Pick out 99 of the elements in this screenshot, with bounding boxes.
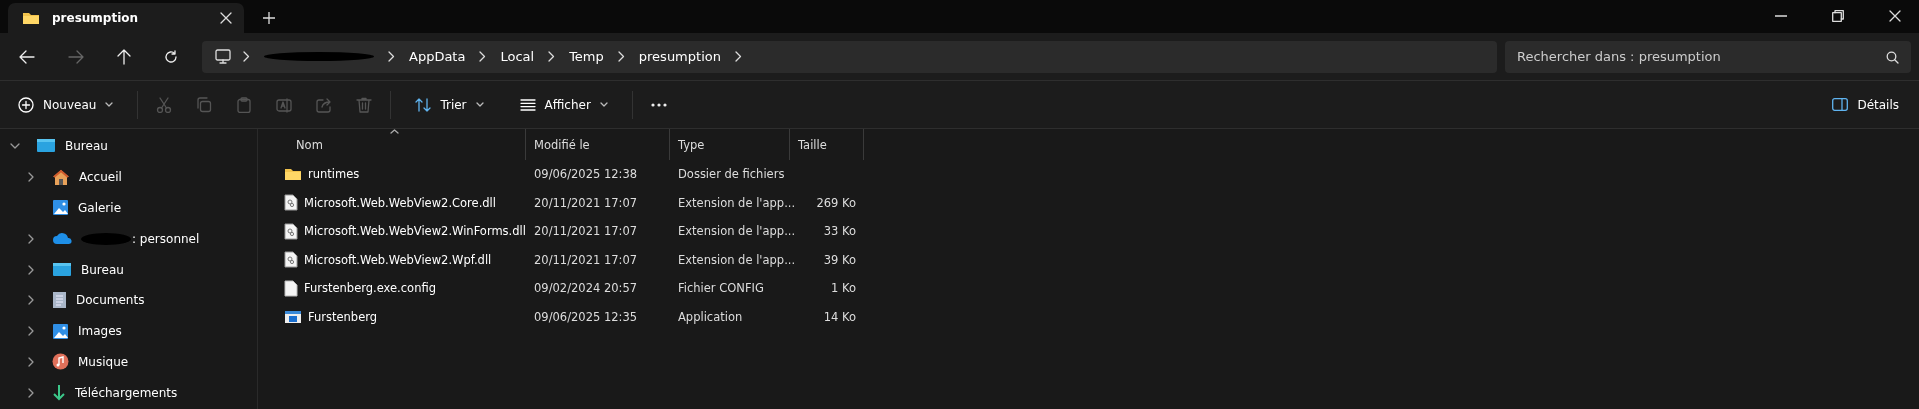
date-cell-text: 20/11/2021 17:07: [533, 252, 639, 267]
nav-item[interactable]: Accueil: [0, 161, 257, 193]
file-row[interactable]: Furstenberg.exe.config 09/02/2024 20:57 Fichier CONFIG 1 Ko: [278, 274, 1919, 303]
file-name: Microsoft.Web.WebView2.WinForms.dll: [304, 224, 526, 239]
chevron-right-icon[interactable]: [734, 51, 742, 62]
file-name: runtimes: [308, 167, 360, 182]
nav-item[interactable]: Galerie: [0, 192, 257, 224]
chevron-right-icon[interactable]: [26, 264, 36, 275]
nav-item[interactable]: : personnel: [0, 223, 257, 255]
column-header[interactable]: Modifié le: [526, 129, 670, 160]
computer-icon: [215, 49, 231, 64]
sort-arrows-icon: [415, 97, 432, 112]
file-name: Furstenberg.exe.config: [304, 281, 436, 296]
address-bar[interactable]: AppData Local Temp presumption: [202, 40, 1497, 73]
up-arrow-icon[interactable]: [117, 48, 131, 65]
column-header[interactable]: Taille: [790, 129, 864, 160]
size-cell: 39 Ko: [823, 252, 856, 267]
tab-title: presumption: [52, 11, 140, 25]
nav-item[interactable]: Bureau: [0, 131, 257, 162]
application-window-icon: [284, 309, 302, 324]
chevron-right-icon[interactable]: [479, 51, 487, 62]
folder-icon: [284, 166, 302, 183]
document-icon: [284, 279, 298, 297]
chevron-right-icon[interactable]: [617, 51, 625, 62]
breadcrumb-item[interactable]: AppData: [409, 49, 466, 64]
close-icon[interactable]: [220, 12, 232, 24]
chevron-right-icon[interactable]: [243, 51, 250, 62]
date-cell-text: 20/11/2021 17:07: [533, 195, 639, 210]
details-button[interactable]: Détails: [1826, 89, 1905, 120]
file-row[interactable]: Furstenberg 09/06/2025 12:35 Application 14 Ko: [278, 302, 1919, 331]
search-icon[interactable]: [1886, 50, 1899, 64]
file-name: Microsoft.Web.WebView2.Core.dll: [304, 195, 496, 210]
nav-item[interactable]: Documents: [0, 285, 257, 316]
picture-icon: [52, 199, 69, 217]
chevron-right-icon[interactable]: [26, 295, 36, 306]
plus-icon[interactable]: [263, 12, 275, 24]
type-cell-text: Application: [677, 309, 744, 324]
breadcrumb-item[interactable]: presumption: [638, 49, 721, 64]
breadcrumb-item[interactable]: Local: [500, 49, 535, 64]
size-cell: 269 Ko: [816, 195, 856, 210]
size-cell: 1 Ko: [831, 281, 856, 296]
nav-item[interactable]: Images: [0, 315, 257, 347]
file-row[interactable]: runtimes 09/06/2025 12:38 Dossier de fichiers: [278, 160, 1919, 189]
cloud-icon: [52, 232, 72, 246]
chevron-down-icon[interactable]: [10, 143, 20, 150]
close-icon[interactable]: [1889, 10, 1901, 22]
chevron-right-icon[interactable]: [26, 172, 36, 183]
file-row[interactable]: Microsoft.Web.WebView2.Core.dll 20/11/2021 17:07 Extension de l'app... 269 Ko: [278, 188, 1919, 217]
size-cell: 14 Ko: [823, 309, 856, 324]
column-header[interactable]: Nom: [278, 129, 526, 160]
size-cell: 33 Ko: [823, 224, 856, 239]
chevron-right-icon[interactable]: [26, 326, 36, 337]
chevron-right-icon[interactable]: [388, 51, 395, 62]
chevron-right-icon[interactable]: [26, 356, 36, 367]
chevron-right-icon[interactable]: [548, 51, 556, 62]
column-header[interactable]: Type: [670, 129, 790, 160]
search-field[interactable]: Rechercher dans : presumption: [1505, 40, 1911, 73]
date-cell-text: 09/06/2025 12:38: [533, 167, 639, 182]
view-button[interactable]: Afficher: [513, 89, 614, 120]
refresh-icon[interactable]: [164, 49, 178, 64]
desktop-icon: [52, 261, 72, 278]
file-row[interactable]: Microsoft.Web.WebView2.Wpf.dll 20/11/2021 17:07 Extension de l'app... 39 Ko: [278, 245, 1919, 274]
date-cell-text: 09/06/2025 12:35: [533, 309, 639, 324]
sort-button[interactable]: Trier: [409, 89, 490, 120]
caret-down-icon: [599, 102, 608, 107]
desktop-icon: [36, 138, 56, 155]
breadcrumb-item[interactable]: Temp: [569, 49, 604, 64]
nav-item[interactable]: Téléchargements: [0, 377, 257, 409]
chevron-right-icon[interactable]: [26, 233, 36, 244]
chevron-right-icon[interactable]: [26, 387, 36, 398]
new-button[interactable]: Nouveau: [12, 89, 120, 120]
nav-item[interactable]: Bureau: [0, 254, 257, 285]
file-name: Furstenberg: [308, 309, 378, 324]
file-name: Microsoft.Web.WebView2.Wpf.dll: [304, 252, 492, 267]
type-cell-text: Fichier CONFIG: [677, 281, 765, 296]
file-row[interactable]: Microsoft.Web.WebView2.WinForms.dll 20/11/2021 17:07 Extension de l'app... 33 Ko: [278, 217, 1919, 246]
document-lines-icon: [52, 291, 67, 310]
document-gear-icon: [284, 251, 298, 269]
picture-icon: [52, 322, 69, 340]
document-gear-icon: [284, 194, 298, 212]
tab[interactable]: presumption: [8, 3, 244, 33]
folder-icon: [22, 10, 40, 26]
music-note-icon: [52, 353, 69, 371]
caret-down-icon: [475, 102, 484, 107]
sort-caret-icon: [389, 129, 399, 134]
back-arrow-icon[interactable]: [19, 49, 35, 64]
type-cell-text: Dossier de fichiers: [677, 167, 786, 182]
date-cell-text: 09/02/2024 20:57: [533, 281, 639, 296]
caret-down-icon: [105, 102, 114, 107]
more-icon[interactable]: [650, 102, 667, 107]
house-icon: [52, 168, 70, 186]
list-lines-icon: [519, 98, 536, 111]
restore-icon[interactable]: [1832, 10, 1844, 22]
panel-icon: [1832, 98, 1849, 111]
nav-item[interactable]: Musique: [0, 346, 257, 378]
arrow-down-icon: [52, 384, 66, 402]
document-gear-icon: [284, 222, 298, 240]
date-cell-text: 20/11/2021 17:07: [533, 224, 639, 239]
plus-circle-icon: [18, 96, 34, 113]
